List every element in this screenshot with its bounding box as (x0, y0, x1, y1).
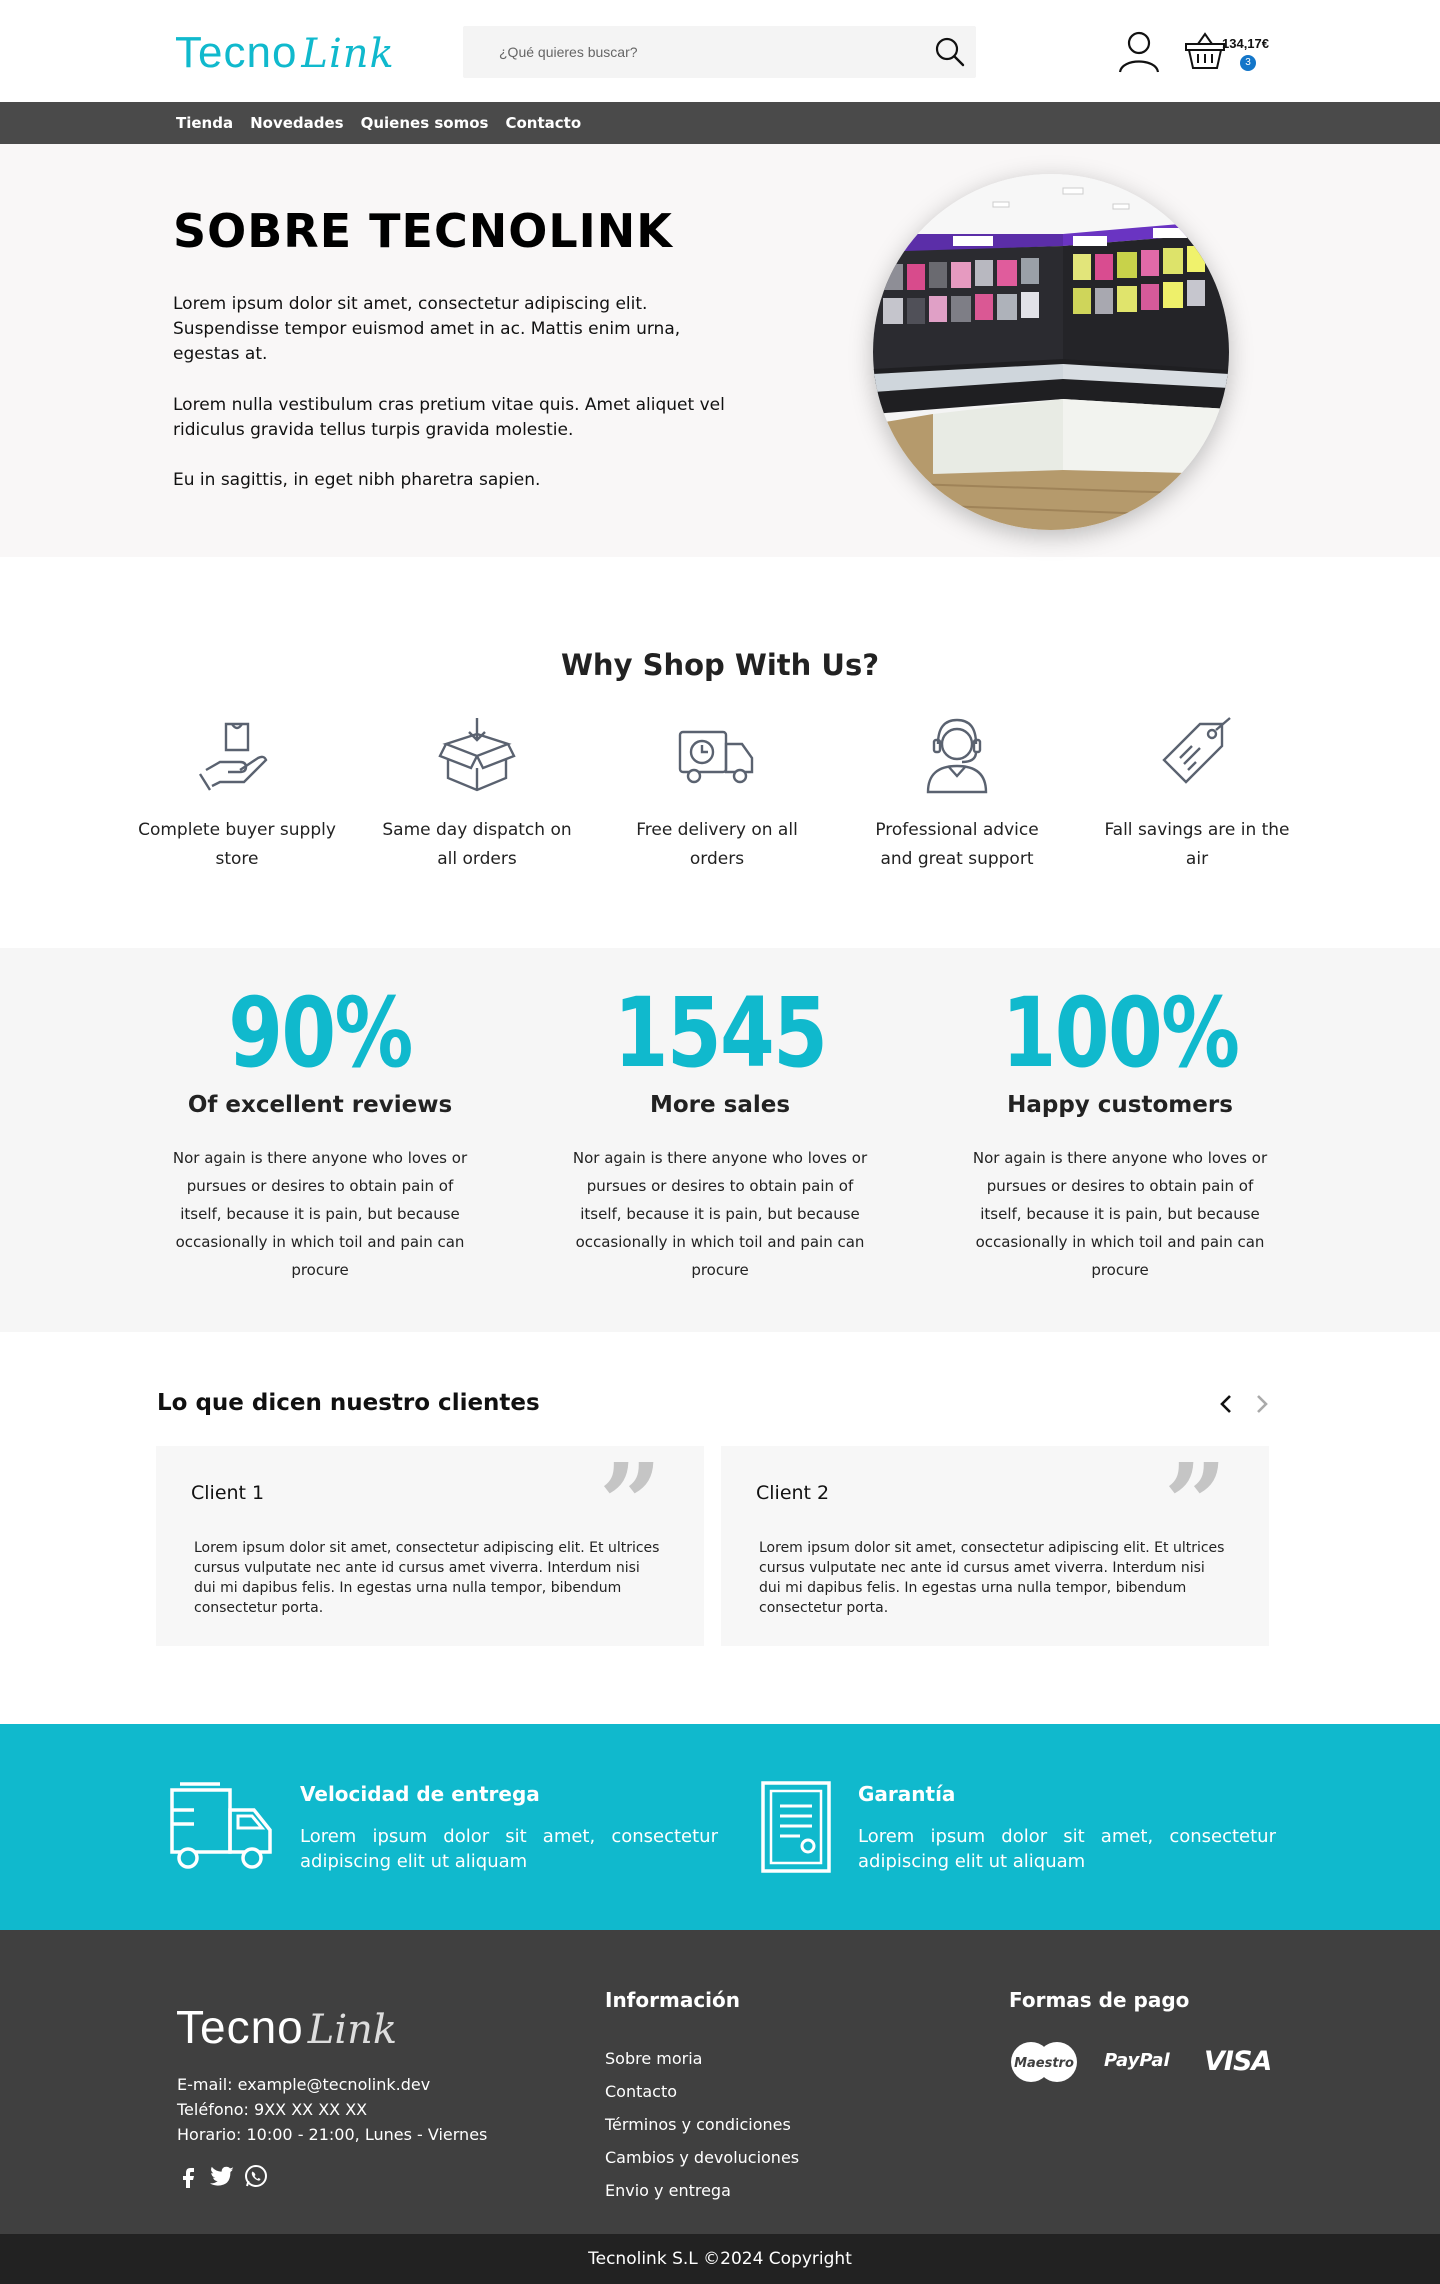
stat-label: Happy customers (1007, 1092, 1233, 1118)
cart-count-badge: 3 (1240, 55, 1256, 71)
whatsapp-icon[interactable] (244, 2164, 268, 2188)
cart-total: 134,17€ (1222, 36, 1269, 51)
benefits-band: Velocidad de entrega Lorem ipsum dolor s… (0, 1724, 1440, 1930)
client-name: Client 1 (191, 1482, 265, 1504)
feature-item: Professional advice and great support (857, 714, 1057, 874)
stat-description: Nor again is there anyone who loves or p… (972, 1149, 1268, 1279)
footer-link-terminos[interactable]: Términos y condiciones (605, 2108, 799, 2141)
feature-text: Same day dispatch on all orders (382, 820, 572, 869)
main-nav: Tienda Novedades Quienes somos Contacto (0, 102, 1440, 144)
footer-payment-title: Formas de pago (1009, 1988, 1190, 2012)
stat-label: Of excellent reviews (187, 1092, 453, 1118)
footer-logo-tecno: Tecno (176, 2001, 304, 2053)
testimonials-title: Lo que dicen nuestro clientes (157, 1390, 540, 1416)
benefit-text: Lorem ipsum dolor sit amet, consectetur … (300, 1826, 718, 1872)
benefit-title: Velocidad de entrega (300, 1782, 540, 1806)
certificate-icon (761, 1781, 831, 1873)
box-download-icon (438, 718, 516, 792)
search-bar (463, 26, 976, 78)
testimonial-text: Lorem ipsum dolor sit amet, consectetur … (194, 1540, 660, 1616)
footer-info-links: Sobre moria Contacto Términos y condicio… (605, 2042, 799, 2207)
testimonial-text: Lorem ipsum dolor sit amet, consectetur … (759, 1540, 1225, 1616)
nav-item-novedades[interactable]: Novedades (250, 114, 344, 132)
user-icon[interactable] (1116, 28, 1162, 74)
maestro-label: Maestro (1014, 2056, 1074, 2071)
visa-logo: VISA (1204, 2046, 1272, 2077)
testimonial-card: Client 2 ” Lorem ipsum dolor sit amet, c… (721, 1446, 1269, 1646)
benefit-text: Lorem ipsum dolor sit amet, consectetur … (858, 1826, 1276, 1872)
feature-item: Same day dispatch on all orders (377, 714, 577, 874)
copyright-bar: Tecnolink S.L ©2024 Copyright (0, 2234, 1440, 2284)
hand-bag-icon (198, 722, 268, 791)
about-section: SOBRE TECNOLINK Lorem ipsum dolor sit am… (0, 144, 1440, 557)
search-icon[interactable] (932, 34, 968, 70)
social-links (176, 2164, 268, 2188)
about-title: SOBRE TECNOLINK (173, 204, 673, 258)
footer-email: E-mail: example@tecnolink.dev (177, 2075, 431, 2094)
footer-link-sobre[interactable]: Sobre moria (605, 2042, 799, 2075)
stat-number: 1545 (613, 977, 828, 1089)
stats-section: 90% Of excellent reviews Nor again is th… (0, 948, 1440, 1332)
stat-description: Nor again is there anyone who loves or p… (172, 1149, 468, 1279)
footer-link-envio[interactable]: Envio y entrega (605, 2174, 799, 2207)
stat-number: 90% (228, 977, 413, 1089)
support-agent-icon (926, 718, 988, 794)
site-footer: Tecno Link E-mail: example@tecnolink.dev… (0, 1930, 1440, 2234)
stat-label: More sales (649, 1092, 791, 1118)
footer-info-title: Información (605, 1988, 741, 2012)
facebook-icon[interactable] (176, 2164, 200, 2188)
feature-item: Complete buyer supply store (137, 714, 337, 874)
about-paragraph-1: Lorem ipsum dolor sit amet, consectetur … (173, 294, 681, 364)
nav-item-quienes-somos[interactable]: Quienes somos (361, 114, 489, 132)
client-name: Client 2 (756, 1482, 830, 1504)
stat-description: Nor again is there anyone who loves or p… (572, 1149, 868, 1279)
about-paragraph-3: Eu in sagittis, in eget nibh pharetra sa… (173, 470, 541, 490)
delivery-truck-icon (170, 1782, 272, 1869)
chevron-right-icon[interactable] (1250, 1390, 1274, 1418)
site-logo[interactable]: Tecno Link (175, 28, 395, 84)
logo-text-tecno: Tecno (175, 28, 298, 77)
stat-item: 100% Happy customers Nor again is there … (970, 978, 1270, 1284)
feature-text: Fall savings are in the air (1104, 820, 1290, 869)
why-shop-title: Why Shop With Us? (560, 648, 880, 682)
footer-contact: E-mail: example@tecnolink.dev Teléfono: … (177, 2072, 487, 2147)
footer-hours: Horario: 10:00 - 21:00, Lunes - Viernes (177, 2125, 488, 2144)
maestro-logo: Maestro (1009, 2040, 1079, 2084)
chevron-left-icon[interactable] (1214, 1390, 1238, 1418)
paypal-logo: PayPal (1104, 2050, 1170, 2071)
stat-item: 90% Of excellent reviews Nor again is th… (170, 978, 470, 1284)
delivery-truck-icon (678, 730, 754, 784)
footer-phone: Teléfono: 9XX XX XX XX (177, 2100, 368, 2119)
benefit-title: Garantía (858, 1782, 956, 1806)
feature-text: Free delivery on all orders (636, 820, 798, 869)
feature-item: Fall savings are in the air (1097, 714, 1297, 874)
testimonial-card: Client 1 ” Lorem ipsum dolor sit amet, c… (156, 1446, 704, 1646)
basket-icon[interactable] (1184, 30, 1226, 72)
search-input[interactable] (499, 26, 919, 78)
feature-text: Complete buyer supply store (138, 820, 336, 869)
feature-text: Professional advice and great support (875, 820, 1039, 869)
about-paragraph-2: Lorem nulla vestibulum cras pretium vita… (173, 395, 725, 440)
stat-item: 1545 More sales Nor again is there anyon… (570, 978, 870, 1284)
nav-item-tienda[interactable]: Tienda (176, 114, 233, 132)
store-interior-photo (873, 174, 1229, 530)
twitter-icon[interactable] (209, 2164, 234, 2188)
footer-logo[interactable]: Tecno Link (176, 2000, 397, 2054)
feature-item: Free delivery on all orders (617, 714, 817, 874)
footer-link-contacto[interactable]: Contacto (605, 2075, 799, 2108)
footer-logo-link: Link (307, 2007, 398, 2053)
site-header: Tecno Link 134,17€ 3 (0, 0, 1440, 102)
footer-link-cambios[interactable]: Cambios y devoluciones (605, 2141, 799, 2174)
price-tag-icon (1162, 717, 1231, 784)
nav-item-contacto[interactable]: Contacto (505, 114, 581, 132)
stat-number: 100% (1001, 977, 1240, 1089)
logo-text-link: Link (301, 31, 395, 77)
